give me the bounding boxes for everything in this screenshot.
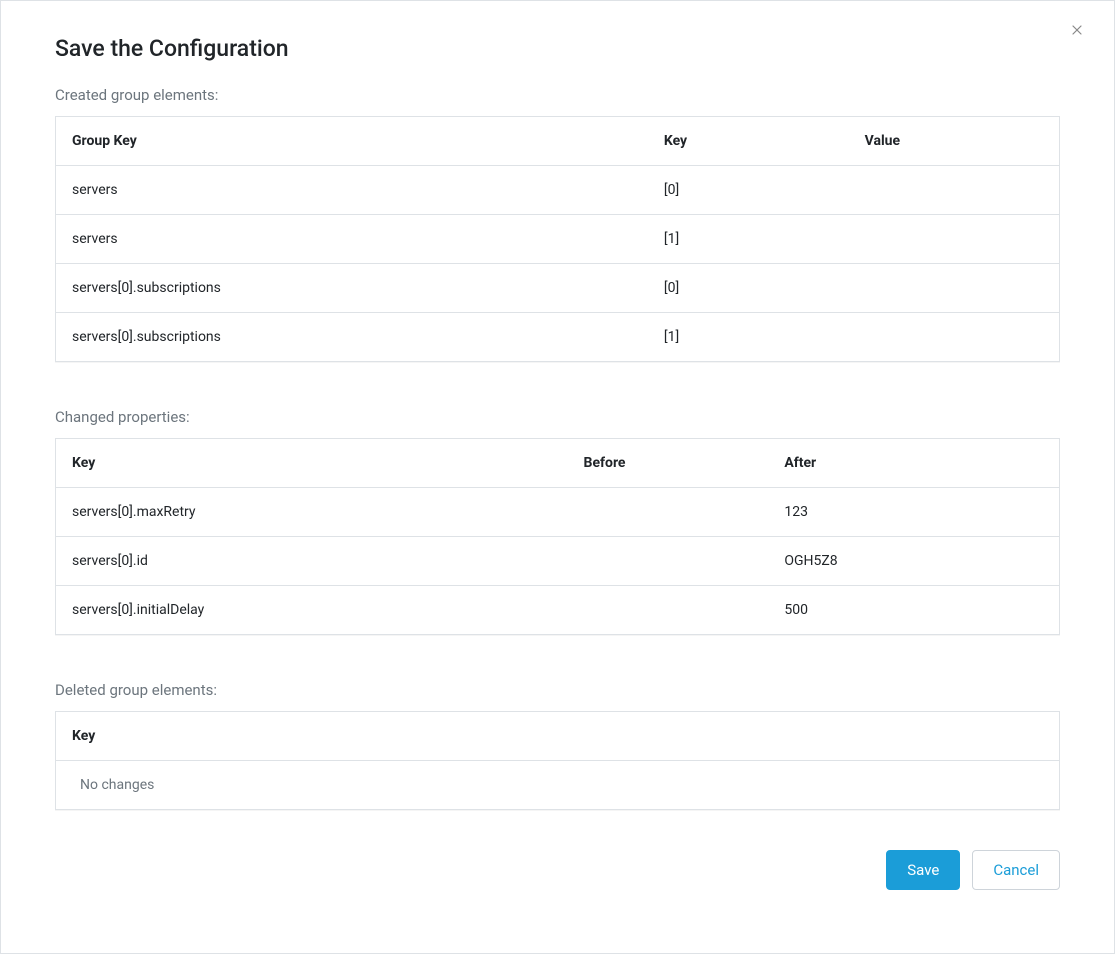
created-section: Created group elements: Group Key Key Va… — [55, 86, 1060, 362]
cell-after: 123 — [768, 488, 1059, 537]
cell-key: servers[0].id — [56, 537, 568, 586]
modal-footer: Save Cancel — [55, 850, 1060, 890]
cell-key: [1] — [648, 215, 849, 264]
cell-before — [568, 488, 769, 537]
cancel-button[interactable]: Cancel — [972, 850, 1060, 890]
table-header-row: Key — [56, 712, 1060, 761]
cell-group-key: servers — [56, 166, 648, 215]
deleted-label: Deleted group elements: — [55, 681, 1060, 699]
cell-group-key: servers[0].subscriptions — [56, 264, 648, 313]
cell-before — [568, 537, 769, 586]
col-group-key: Group Key — [56, 117, 648, 166]
cell-before — [568, 586, 769, 635]
close-icon — [1072, 25, 1082, 35]
created-table: Group Key Key Value servers [0] servers … — [55, 116, 1060, 362]
cell-key: [0] — [648, 264, 849, 313]
table-row: servers[0].subscriptions [1] — [56, 313, 1060, 362]
table-row: servers[0].id OGH5Z8 — [56, 537, 1060, 586]
table-row: servers [1] — [56, 215, 1060, 264]
created-label: Created group elements: — [55, 86, 1060, 104]
cell-after: OGH5Z8 — [768, 537, 1059, 586]
save-button[interactable]: Save — [886, 850, 960, 890]
cell-key: [1] — [648, 313, 849, 362]
col-after: After — [768, 439, 1059, 488]
table-header-row: Key Before After — [56, 439, 1060, 488]
changed-table: Key Before After servers[0].maxRetry 123… — [55, 438, 1060, 635]
cell-value — [849, 166, 1060, 215]
table-row: servers[0].initialDelay 500 — [56, 586, 1060, 635]
col-key: Key — [56, 712, 1060, 761]
cell-key: servers[0].initialDelay — [56, 586, 568, 635]
cell-value — [849, 264, 1060, 313]
table-header-row: Group Key Key Value — [56, 117, 1060, 166]
cell-value — [849, 215, 1060, 264]
cell-key: servers[0].maxRetry — [56, 488, 568, 537]
col-key: Key — [648, 117, 849, 166]
cell-value — [849, 313, 1060, 362]
table-row: servers[0].maxRetry 123 — [56, 488, 1060, 537]
close-button[interactable] — [1066, 19, 1088, 41]
cell-group-key: servers — [56, 215, 648, 264]
cell-after: 500 — [768, 586, 1059, 635]
col-before: Before — [568, 439, 769, 488]
changed-section: Changed properties: Key Before After ser… — [55, 408, 1060, 635]
changed-label: Changed properties: — [55, 408, 1060, 426]
save-configuration-modal: Save the Configuration Created group ele… — [0, 0, 1115, 954]
table-row-empty: No changes — [56, 761, 1060, 810]
col-value: Value — [849, 117, 1060, 166]
table-row: servers[0].subscriptions [0] — [56, 264, 1060, 313]
empty-message: No changes — [56, 761, 1060, 810]
modal-title: Save the Configuration — [55, 35, 1060, 62]
cell-group-key: servers[0].subscriptions — [56, 313, 648, 362]
col-key: Key — [56, 439, 568, 488]
deleted-table: Key No changes — [55, 711, 1060, 810]
deleted-section: Deleted group elements: Key No changes — [55, 681, 1060, 810]
cell-key: [0] — [648, 166, 849, 215]
table-row: servers [0] — [56, 166, 1060, 215]
